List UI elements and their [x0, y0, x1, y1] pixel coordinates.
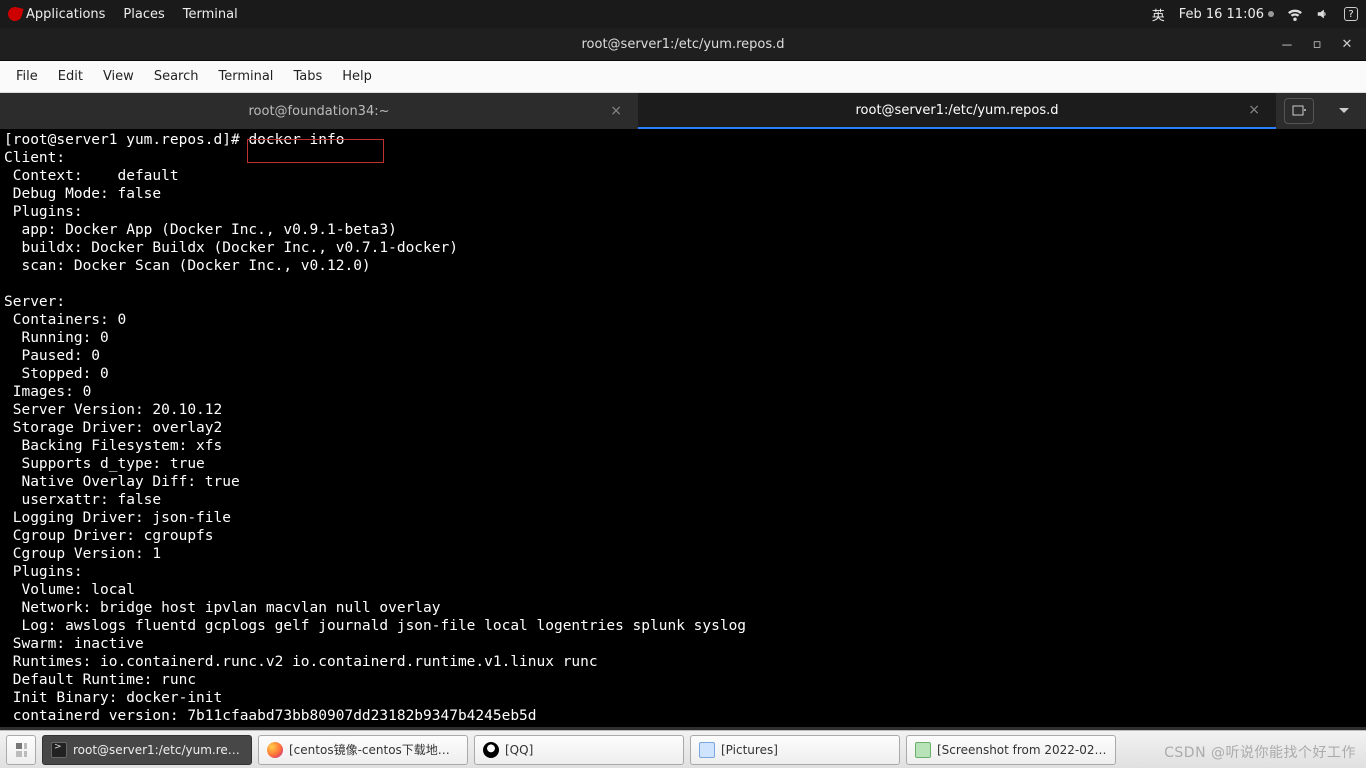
tab-menu-button[interactable]: [1329, 98, 1359, 124]
wifi-icon: [1288, 7, 1302, 21]
window-minimize-button[interactable]: －: [1274, 33, 1300, 55]
notification-dot-icon: [1268, 11, 1274, 17]
bottom-taskbar: root@server1:/etc/yum.rep… [centos镜像-cen…: [0, 730, 1366, 768]
clock-text: Feb 16 11:06: [1179, 7, 1264, 22]
window-maximize-button[interactable]: ▫: [1304, 33, 1330, 55]
window-titlebar: root@server1:/etc/yum.repos.d － ▫ ✕: [0, 28, 1366, 61]
menu-terminal[interactable]: Terminal: [208, 65, 283, 88]
tab-close-icon[interactable]: ×: [610, 103, 622, 119]
tab-foundation34[interactable]: root@foundation34:~ ×: [0, 93, 638, 129]
terminal-plus-icon: [1292, 104, 1306, 118]
terminal-tabs: root@foundation34:~ × root@server1:/etc/…: [0, 93, 1366, 129]
task-pictures[interactable]: [Pictures]: [690, 735, 900, 765]
chevron-down-icon: [1339, 108, 1349, 114]
tab-label: root@server1:/etc/yum.repos.d: [855, 103, 1058, 118]
help-indicator[interactable]: ?: [1344, 7, 1358, 21]
shell-output: Client: Context: default Debug Mode: fal…: [4, 150, 746, 724]
clock[interactable]: Feb 16 11:06: [1179, 7, 1274, 22]
places-label: Places: [123, 7, 164, 22]
shell-command: docker info: [248, 132, 344, 148]
task-screenshot[interactable]: [Screenshot from 2022-02…: [906, 735, 1116, 765]
redhat-logo-icon: [6, 5, 23, 22]
task-label: [centos镜像-centos下载地…: [289, 741, 450, 758]
task-label: [Screenshot from 2022-02…: [937, 743, 1107, 757]
tab-server1[interactable]: root@server1:/etc/yum.repos.d ×: [638, 93, 1276, 129]
window-title: root@server1:/etc/yum.repos.d: [581, 37, 784, 52]
menu-search[interactable]: Search: [144, 65, 209, 88]
shell-prompt: [root@server1 yum.repos.d]#: [4, 132, 248, 148]
menu-help[interactable]: Help: [332, 65, 382, 88]
workspace-switcher-button[interactable]: [6, 735, 36, 765]
workspace-icon: [15, 742, 27, 758]
terminal-label: Terminal: [183, 7, 238, 22]
speaker-icon: [1316, 7, 1330, 21]
applications-menu[interactable]: Applications: [8, 7, 105, 22]
question-icon: ?: [1344, 7, 1358, 21]
menu-view[interactable]: View: [93, 65, 144, 88]
terminal-menubar: File Edit View Search Terminal Tabs Help: [0, 61, 1366, 93]
network-indicator[interactable]: [1288, 7, 1302, 21]
folder-icon: [699, 742, 715, 758]
applications-label: Applications: [26, 7, 105, 22]
terminal-menu[interactable]: Terminal: [183, 7, 238, 22]
task-firefox[interactable]: [centos镜像-centos下载地…: [258, 735, 468, 765]
tab-label: root@foundation34:~: [248, 104, 389, 119]
terminal-viewport[interactable]: [root@server1 yum.repos.d]# docker info …: [0, 129, 1366, 727]
window-close-button[interactable]: ✕: [1334, 33, 1360, 55]
terminal-icon: [51, 742, 67, 758]
places-menu[interactable]: Places: [123, 7, 164, 22]
image-icon: [915, 742, 931, 758]
tab-close-icon[interactable]: ×: [1248, 102, 1260, 118]
task-label: root@server1:/etc/yum.rep…: [73, 743, 243, 757]
gnome-top-panel: Applications Places Terminal 英 Feb 16 11…: [0, 0, 1366, 28]
volume-indicator[interactable]: [1316, 7, 1330, 21]
menu-edit[interactable]: Edit: [48, 65, 93, 88]
task-terminal[interactable]: root@server1:/etc/yum.rep…: [42, 735, 252, 765]
ime-indicator[interactable]: 英: [1152, 5, 1165, 24]
menu-file[interactable]: File: [6, 65, 48, 88]
menu-tabs[interactable]: Tabs: [283, 65, 332, 88]
task-label: [Pictures]: [721, 743, 778, 757]
new-tab-button[interactable]: [1284, 98, 1314, 124]
task-qq[interactable]: [QQ]: [474, 735, 684, 765]
task-label: [QQ]: [505, 743, 533, 757]
qq-icon: [483, 742, 499, 758]
firefox-icon: [267, 742, 283, 758]
